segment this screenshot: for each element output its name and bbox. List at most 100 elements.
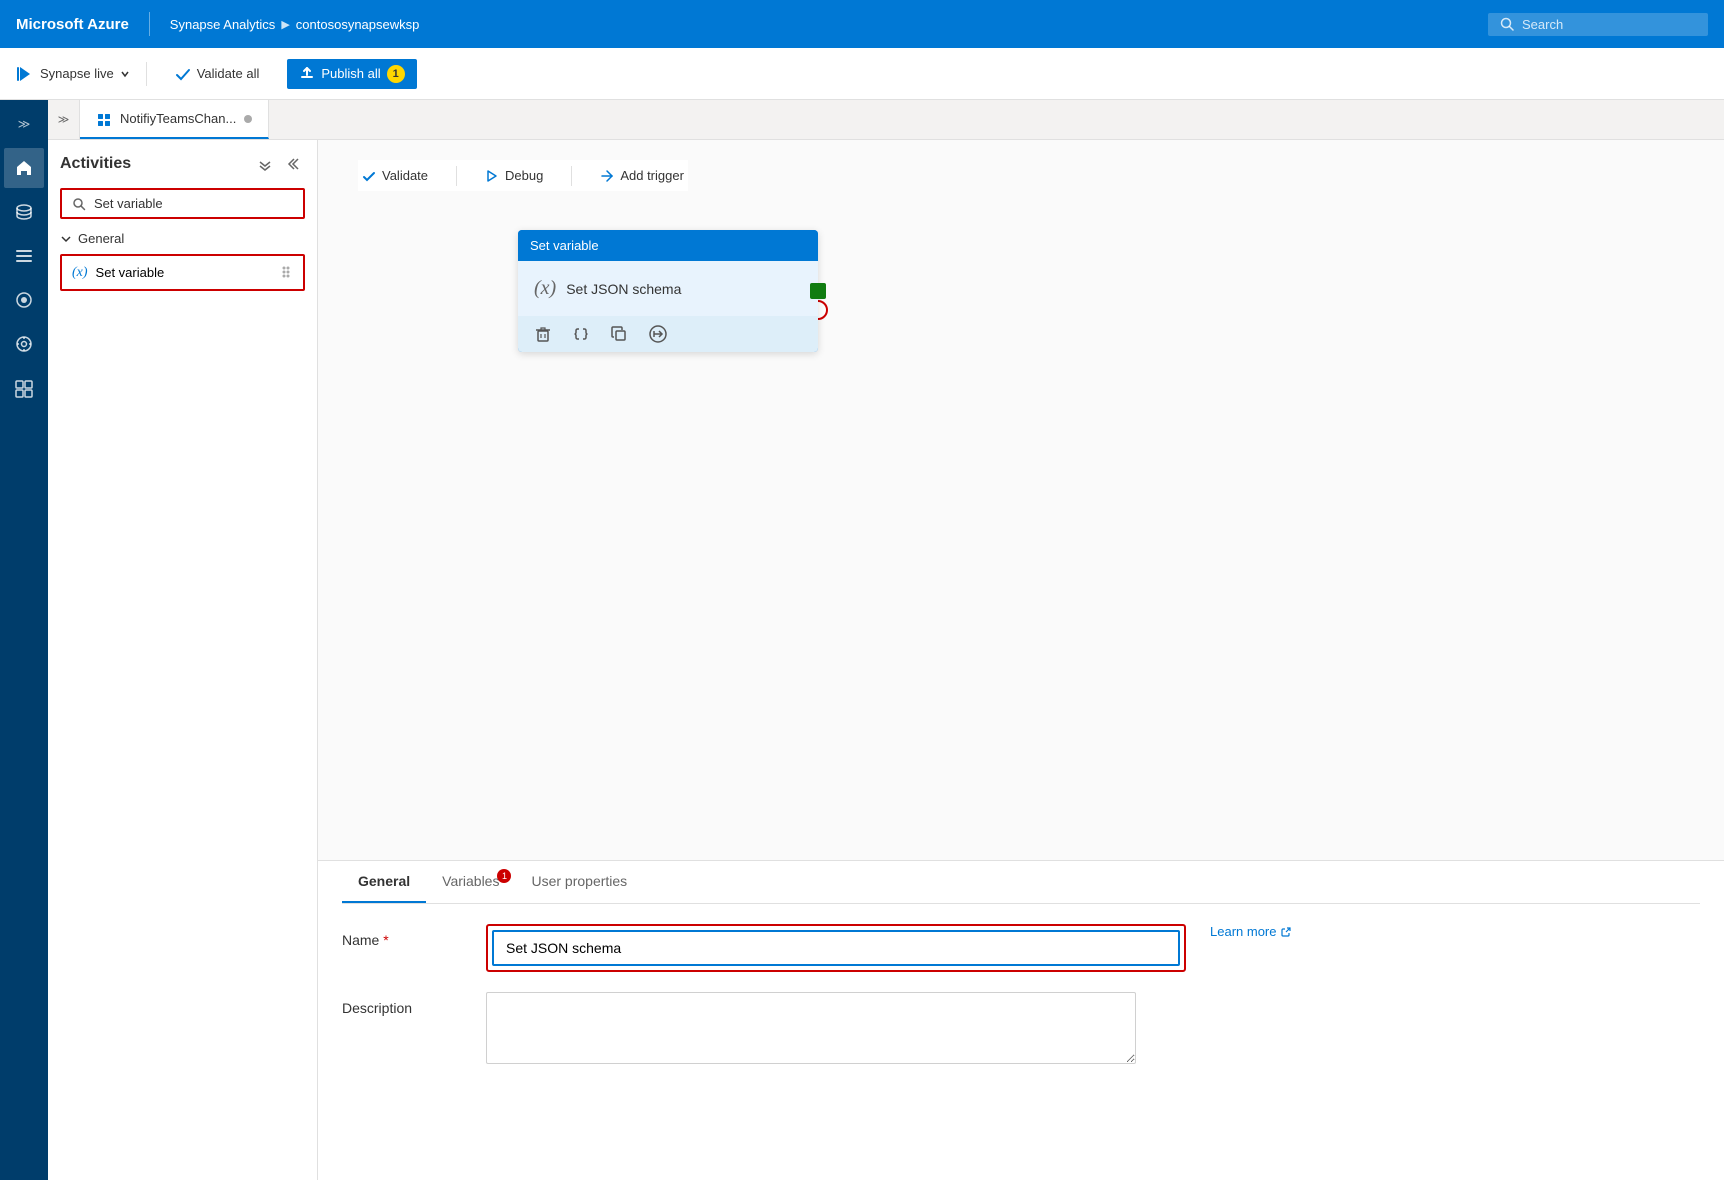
validate-icon [175,66,191,82]
name-field-outer-border [486,924,1186,972]
node-right-connector [810,283,826,299]
collapse-btn[interactable] [253,152,277,176]
debug-icon [485,169,499,183]
drag-handle[interactable] [279,264,293,281]
validate-label: Validate [382,168,428,183]
collapse-icon [258,157,272,171]
canvas-action-toolbar: Validate Debug [358,160,688,191]
name-form-row: Name * Learn more [342,924,1700,972]
name-label: Name * [342,924,462,948]
action-divider-2 [571,166,572,186]
sidebar-expand-btn[interactable]: ≫ [0,108,48,140]
add-trigger-icon [600,169,614,183]
top-bar-nav: Synapse Analytics ▶ contososynapsewksp [170,17,420,32]
set-variable-activity-icon: (x) [72,265,88,281]
tab-expand-btn[interactable]: ≫ [48,100,80,139]
sidebar-item-monitor[interactable] [4,280,44,320]
back-btn[interactable] [281,152,305,176]
learn-more-link[interactable]: Learn more [1210,924,1292,939]
debug-label: Debug [505,168,543,183]
bottom-panel: General Variables 1 User properties [318,860,1724,1180]
activities-title: Activities [60,155,131,173]
dropdown-chevron-icon [120,69,130,79]
activity-search-box[interactable] [60,188,305,219]
debug-button[interactable]: Debug [481,160,547,191]
set-variable-activity-item[interactable]: (x) Set variable [60,254,305,291]
description-field-wrapper [486,992,1136,1069]
back-icon [286,157,300,171]
copy-icon [610,325,628,343]
publish-icon [299,66,315,82]
publish-all-button[interactable]: Publish all 1 [287,59,416,89]
tab-label: NotifiyTeamsChan... [120,111,236,126]
toolbar-divider [146,62,147,86]
delete-icon [534,325,552,343]
synapse-live-icon [16,65,34,83]
node-body: (x) Set JSON schema [518,261,818,316]
activity-search-input[interactable] [94,196,293,211]
activities-panel: Activities [48,140,318,1180]
validate-button[interactable]: Validate [358,160,432,191]
main-layout: ≫ [0,100,1724,1180]
node-copy-btn[interactable] [610,325,628,343]
braces-icon [572,325,590,343]
pipeline-content: Activities [48,140,1724,1180]
tab-icon [96,111,112,127]
sidebar-item-home[interactable] [4,148,44,188]
validate-all-button[interactable]: Validate all [163,60,272,88]
add-trigger-button[interactable]: Add trigger [596,160,688,191]
content-area: ≫ NotifiyTeamsChan... Activities [48,100,1724,1180]
search-icon [1500,17,1514,31]
tab-user-properties[interactable]: User properties [515,861,643,903]
search-bar[interactable]: Search [1488,13,1708,36]
name-input[interactable] [492,930,1180,966]
sidebar-item-manage[interactable] [4,368,44,408]
node-body-text: Set JSON schema [566,281,681,297]
node-redirect-btn[interactable] [648,324,668,344]
nav-item-2[interactable]: contososynapsewksp [296,17,420,32]
bottom-tabs: General Variables 1 User properties [342,861,1700,904]
tab-general[interactable]: General [342,861,426,903]
sidebar-item-data[interactable] [4,192,44,232]
external-link-icon [1280,926,1292,938]
left-icon-sidebar: ≫ [0,100,48,1180]
integrate-icon [14,246,34,266]
manage-icon [14,378,34,398]
node-delete-btn[interactable] [534,325,552,343]
brand-label: Microsoft Azure [16,16,129,33]
monitor-icon [14,290,34,310]
top-bar-divider [149,12,150,36]
tab-variables[interactable]: Variables 1 [426,861,515,903]
activities-controls [253,152,305,176]
synapse-live-label: Synapse live [40,66,114,81]
description-input[interactable] [486,992,1136,1064]
sidebar-item-integrate[interactable] [4,236,44,276]
set-variable-node[interactable]: Set variable (x) Set JSON schema [518,230,818,352]
tab-bar: ≫ NotifiyTeamsChan... [48,100,1724,140]
sidebar-item-develop[interactable] [4,324,44,364]
nav-chevron: ▶ [281,18,289,31]
publish-badge: 1 [387,65,405,83]
set-variable-activity-label: Set variable [96,265,165,280]
home-icon [14,158,34,178]
form-area: Name * Learn more [342,904,1700,1109]
activity-node-card[interactable]: Set variable (x) Set JSON schema [518,230,818,352]
active-tab[interactable]: NotifiyTeamsChan... [80,100,269,139]
required-star: * [383,932,388,948]
description-form-row: Description [342,992,1700,1069]
database-icon [14,202,34,222]
activities-header: Activities [60,152,305,176]
node-body-icon: (x) [534,277,556,300]
variables-badge: 1 [497,869,511,883]
validate-check-icon [362,169,376,183]
node-header: Set variable [518,230,818,261]
general-section-header[interactable]: General [60,231,305,246]
synapse-live-dropdown[interactable]: Synapse live [16,65,130,83]
publish-all-label: Publish all [321,66,380,81]
nav-item-1[interactable]: Synapse Analytics [170,17,276,32]
validate-all-label: Validate all [197,66,260,81]
search-placeholder: Search [1522,17,1563,32]
node-braces-btn[interactable] [572,325,590,343]
description-label: Description [342,992,462,1016]
general-chevron-icon [60,233,72,245]
